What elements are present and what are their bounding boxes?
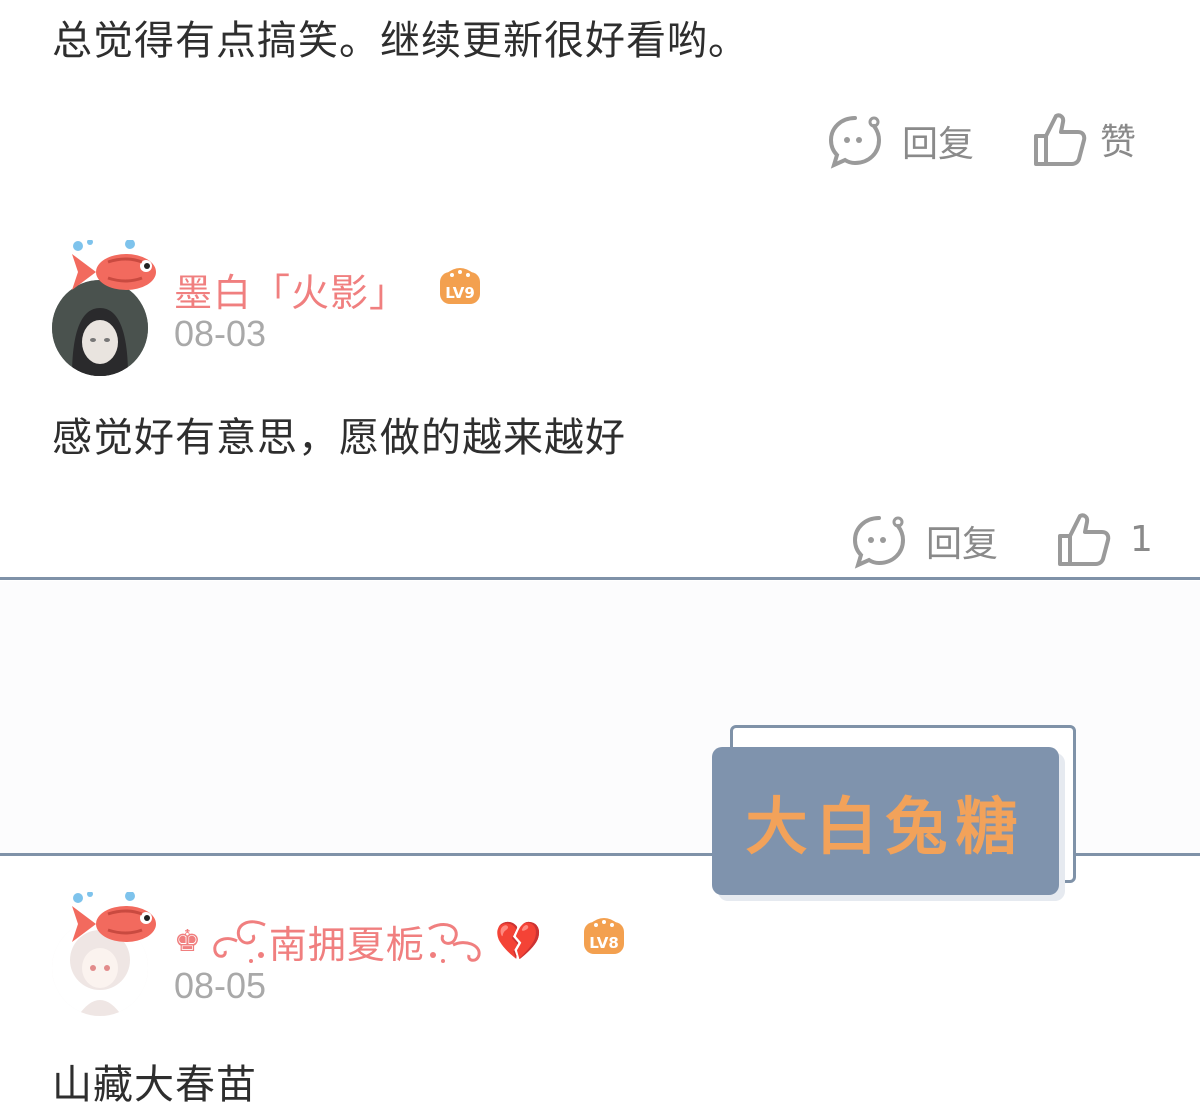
like-button[interactable]: 赞 bbox=[1032, 110, 1136, 168]
like-count: 1 bbox=[1130, 518, 1153, 560]
comment-bubble-icon bbox=[850, 512, 908, 570]
like-label: 赞 bbox=[1100, 122, 1137, 163]
avatar-block[interactable] bbox=[50, 239, 170, 376]
watermark-text: 大白兔糖 bbox=[745, 790, 1026, 863]
comment-text: 山藏大春苗 bbox=[52, 1062, 257, 1108]
comment-date: 08-05 bbox=[174, 965, 267, 1006]
broken-heart-icon: 💔 bbox=[494, 919, 543, 963]
reply-button[interactable]: 回复 bbox=[826, 112, 974, 170]
comment-text: 感觉好有意思，愿做的越来越好 bbox=[52, 415, 626, 461]
username[interactable]: 南拥夏栀 bbox=[269, 914, 425, 969]
reply-label: 回复 bbox=[926, 524, 999, 565]
thumbs-up-icon bbox=[1056, 510, 1112, 568]
comment-date: 08-03 bbox=[174, 313, 267, 354]
reply-button[interactable]: 回复 bbox=[850, 512, 998, 570]
swirl-decoration-icon bbox=[425, 915, 489, 969]
divider bbox=[0, 577, 1200, 580]
watermark-sticker: 大白兔糖 bbox=[712, 747, 1059, 895]
reply-label: 回复 bbox=[902, 124, 975, 165]
level-text: LV8 bbox=[589, 934, 619, 952]
level-badge: LV9 bbox=[438, 266, 482, 310]
username-row[interactable]: ♚ 南拥夏栀 💔 bbox=[174, 914, 542, 969]
swirl-decoration-icon bbox=[205, 915, 269, 969]
username[interactable]: 墨白「火影」 bbox=[174, 262, 408, 317]
thumbs-up-icon bbox=[1032, 110, 1088, 168]
koi-fish-icon bbox=[68, 891, 164, 956]
like-button[interactable]: 1 bbox=[1056, 510, 1153, 568]
comment-text: 总觉得有点搞笑。继续更新很好看哟。 bbox=[52, 18, 749, 64]
koi-fish-icon bbox=[68, 239, 164, 304]
level-badge: LV8 bbox=[582, 916, 626, 960]
comment-bubble-icon bbox=[826, 112, 884, 170]
crown-icon: ♚ bbox=[174, 924, 201, 959]
avatar-block[interactable] bbox=[50, 891, 170, 1016]
level-text: LV9 bbox=[445, 284, 475, 302]
